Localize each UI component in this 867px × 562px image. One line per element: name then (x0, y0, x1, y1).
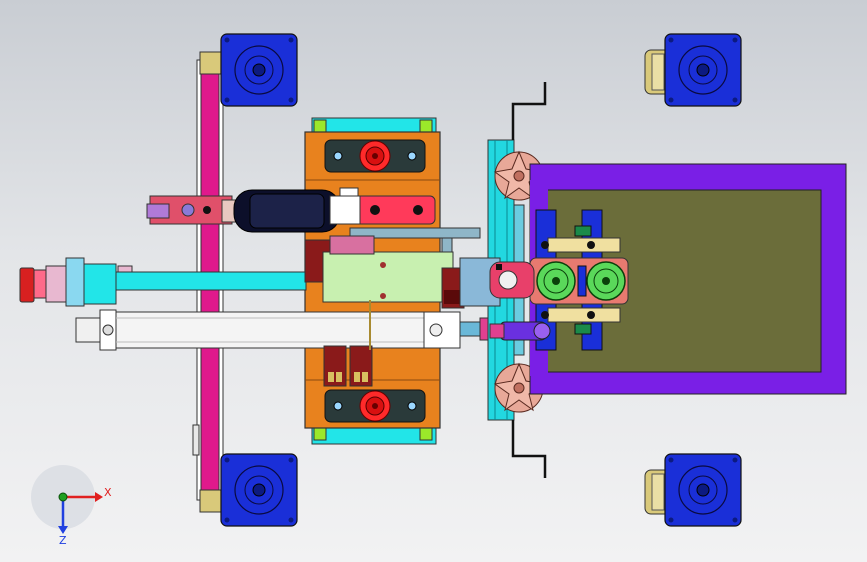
wire-bottom (511, 420, 547, 478)
cad-assembly-drawing: X Z (19, 33, 847, 547)
coordinate-triad (31, 465, 103, 534)
clamp-bracket (146, 195, 237, 225)
motor-top-left (220, 33, 298, 107)
purple-nozzle (489, 321, 551, 341)
cyan-rod (19, 257, 307, 307)
x-axis-label: X (104, 486, 112, 499)
z-axis-label: Z (59, 534, 67, 547)
motor-bottom-right (664, 453, 742, 527)
wire-top (511, 82, 547, 140)
white-air-cylinder (75, 309, 497, 351)
motor-top-right (664, 33, 742, 107)
motor-bottom-left (220, 453, 298, 527)
cad-viewport[interactable]: X Z (0, 0, 867, 562)
roller-assembly (529, 257, 629, 305)
